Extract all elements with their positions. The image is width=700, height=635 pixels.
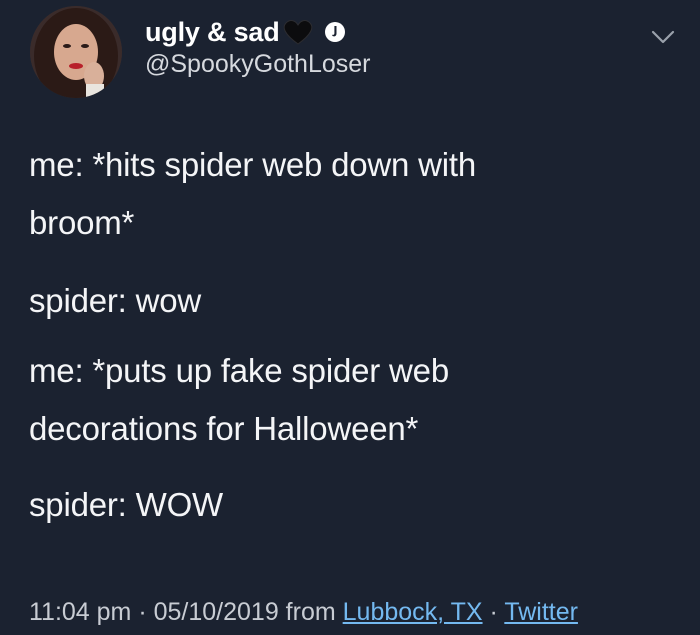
source-link[interactable]: Twitter xyxy=(504,598,578,626)
avatar-image xyxy=(30,6,122,98)
tweet-time[interactable]: 11:04 pm xyxy=(29,598,131,626)
tweet-line: me: *puts up fake spider web xyxy=(29,352,449,389)
display-name[interactable]: ugly & sad xyxy=(145,17,280,48)
tweet-card: ugly & sad @SpookyGothLoser me: *hits sp… xyxy=(0,0,700,635)
location-link[interactable]: Lubbock, TX xyxy=(343,598,483,626)
tweet-date[interactable]: 05/10/2019 xyxy=(154,598,279,626)
tweet-line: me: *hits spider web down with xyxy=(29,146,477,183)
tweet-meta: 11:04 pm · 05/10/2019 from Lubbock, TX ·… xyxy=(29,598,578,627)
author-handle[interactable]: @SpookyGothLoser xyxy=(145,50,371,79)
verified-badge-icon xyxy=(324,21,346,43)
tweet-line: spider: WOW xyxy=(29,486,223,523)
avatar[interactable] xyxy=(30,6,122,98)
meta-separator: · xyxy=(482,598,505,626)
black-heart-icon xyxy=(282,18,314,46)
chevron-down-icon[interactable] xyxy=(650,28,676,46)
tweet-line: broom* xyxy=(29,204,135,241)
author-row: ugly & sad xyxy=(145,14,346,50)
meta-from: from xyxy=(278,598,343,626)
tweet-line: decorations for Halloween* xyxy=(29,410,419,447)
tweet-line: spider: wow xyxy=(29,282,202,319)
meta-separator: · xyxy=(131,598,154,626)
